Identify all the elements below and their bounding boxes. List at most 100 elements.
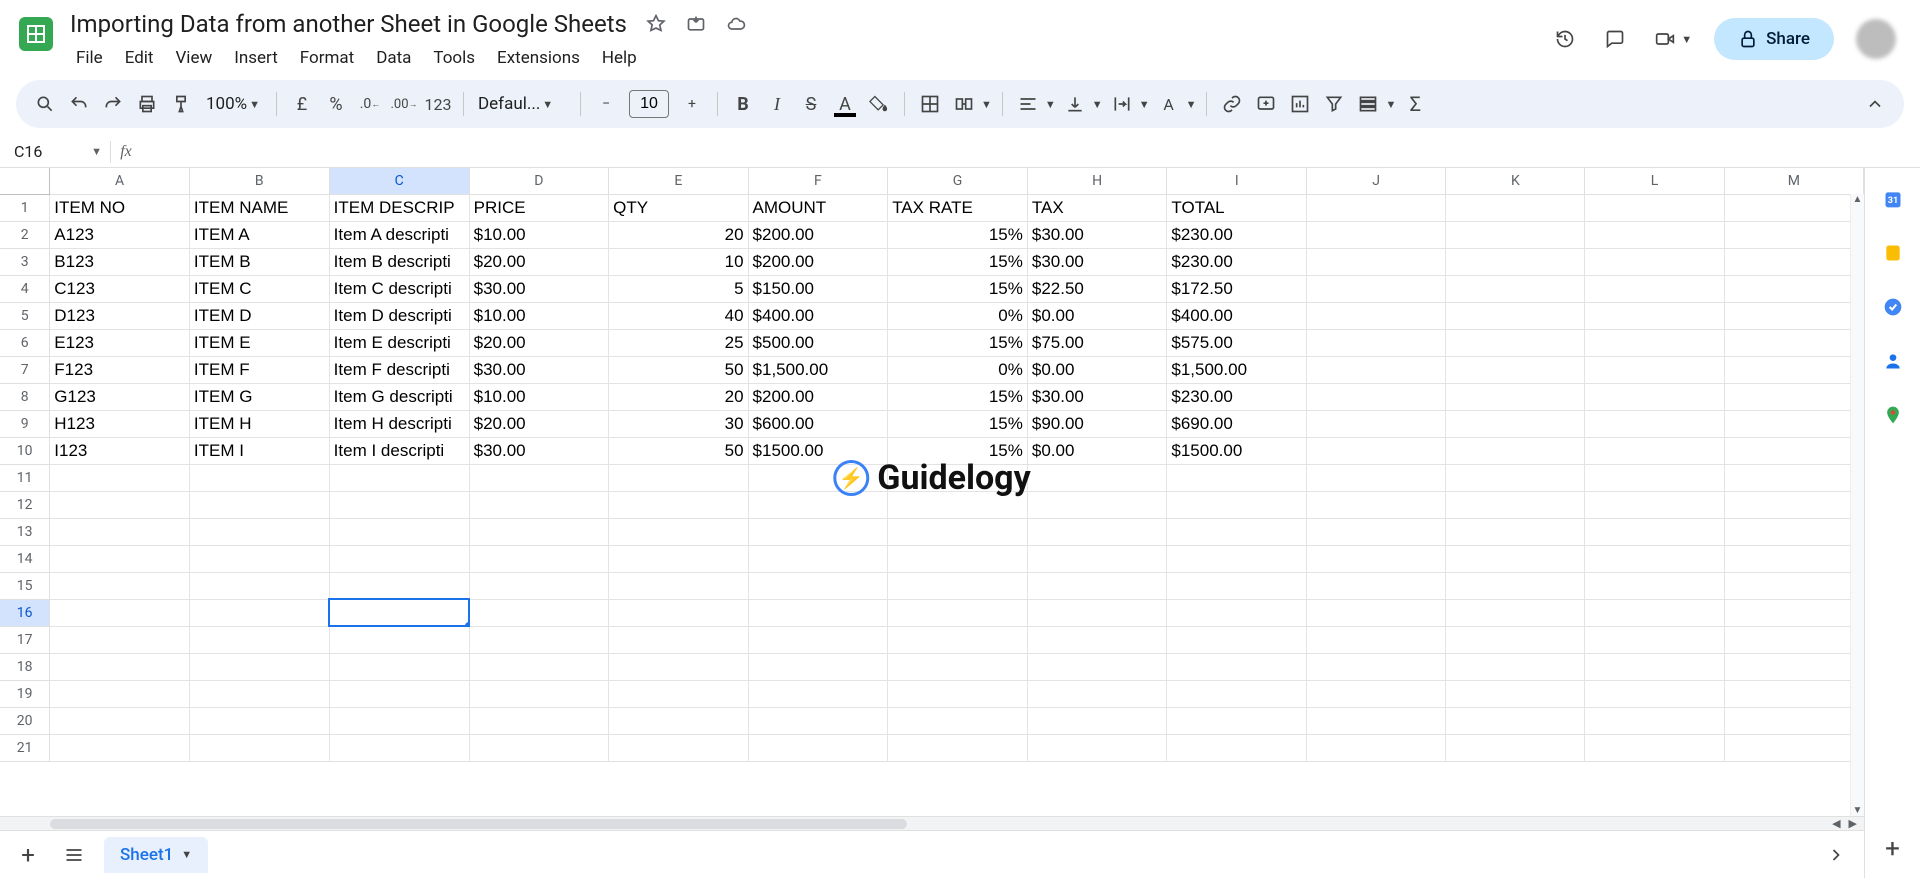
cell-B20[interactable] [189,707,329,734]
cell-E12[interactable] [609,491,748,518]
cell-B8[interactable]: ITEM G [189,383,329,410]
cell-A8[interactable]: G123 [50,383,190,410]
cell-H4[interactable]: $22.50 [1027,275,1167,302]
cell-I18[interactable] [1167,653,1307,680]
cell-A10[interactable]: I123 [50,437,190,464]
cell-C13[interactable] [329,518,469,545]
row-header-4[interactable]: 4 [0,275,50,302]
meet-dropdown-icon[interactable]: ▼ [1681,33,1692,46]
cell-L8[interactable] [1585,383,1724,410]
col-header-B[interactable]: B [189,168,329,194]
cell-M19[interactable] [1724,680,1863,707]
vertical-align-button[interactable]: ▼ [1060,89,1103,119]
cell-G9[interactable]: 15% [888,410,1028,437]
cell-G16[interactable] [888,599,1028,626]
undo-icon[interactable] [64,89,94,119]
cell-M8[interactable] [1724,383,1863,410]
cell-D10[interactable]: $30.00 [469,437,609,464]
row-header-12[interactable]: 12 [0,491,50,518]
row-header-21[interactable]: 21 [0,734,50,761]
cell-G10[interactable]: 15% [888,437,1028,464]
cell-J4[interactable] [1307,275,1446,302]
redo-icon[interactable] [98,89,128,119]
row-header-7[interactable]: 7 [0,356,50,383]
cell-A18[interactable] [50,653,190,680]
cell-H18[interactable] [1027,653,1167,680]
cell-E15[interactable] [609,572,748,599]
cell-K11[interactable] [1446,464,1585,491]
cell-J6[interactable] [1307,329,1446,356]
col-header-L[interactable]: L [1585,168,1724,194]
cell-H9[interactable]: $90.00 [1027,410,1167,437]
cell-C17[interactable] [329,626,469,653]
row-header-13[interactable]: 13 [0,518,50,545]
cell-K8[interactable] [1446,383,1585,410]
cell-B5[interactable]: ITEM D [189,302,329,329]
cell-M11[interactable] [1724,464,1863,491]
cell-G19[interactable] [888,680,1028,707]
col-header-M[interactable]: M [1724,168,1863,194]
cell-G21[interactable] [888,734,1028,761]
insert-link-button[interactable] [1217,89,1247,119]
cell-C12[interactable] [329,491,469,518]
cell-I20[interactable] [1167,707,1307,734]
cell-F17[interactable] [748,626,888,653]
cell-M16[interactable] [1724,599,1863,626]
cell-J17[interactable] [1307,626,1446,653]
cell-C16[interactable] [329,599,469,626]
cell-E1[interactable]: QTY [609,194,748,221]
cell-H1[interactable]: TAX [1027,194,1167,221]
cell-C7[interactable]: Item F descripti [329,356,469,383]
more-formats-button[interactable]: 123 [423,89,453,119]
cell-G1[interactable]: TAX RATE [888,194,1028,221]
cell-A1[interactable]: ITEM NO [50,194,190,221]
cell-I5[interactable]: $400.00 [1167,302,1307,329]
cell-I3[interactable]: $230.00 [1167,248,1307,275]
all-sheets-button[interactable] [58,839,90,871]
cell-F8[interactable]: $200.00 [748,383,888,410]
search-menus-icon[interactable] [30,89,60,119]
cell-F10[interactable]: $1500.00 [748,437,888,464]
col-header-E[interactable]: E [609,168,748,194]
cell-C3[interactable]: Item B descripti [329,248,469,275]
cell-D11[interactable] [469,464,609,491]
cell-M21[interactable] [1724,734,1863,761]
cell-A15[interactable] [50,572,190,599]
get-addons-button[interactable]: + [1885,834,1900,864]
paint-format-icon[interactable] [166,89,196,119]
menu-data[interactable]: Data [366,44,421,72]
cell-K16[interactable] [1446,599,1585,626]
cell-G7[interactable]: 0% [888,356,1028,383]
cell-D20[interactable] [469,707,609,734]
cell-B14[interactable] [189,545,329,572]
cell-E2[interactable]: 20 [609,221,748,248]
cell-I11[interactable] [1167,464,1307,491]
decrease-font-size-button[interactable]: − [591,89,621,119]
cell-H20[interactable] [1027,707,1167,734]
cell-K14[interactable] [1446,545,1585,572]
cell-H3[interactable]: $30.00 [1027,248,1167,275]
cell-J9[interactable] [1307,410,1446,437]
row-header-19[interactable]: 19 [0,680,50,707]
cell-A20[interactable] [50,707,190,734]
row-header-9[interactable]: 9 [0,410,50,437]
cell-C21[interactable] [329,734,469,761]
cell-G20[interactable] [888,707,1028,734]
cell-L16[interactable] [1585,599,1724,626]
col-header-G[interactable]: G [888,168,1028,194]
cell-C11[interactable] [329,464,469,491]
cell-L2[interactable] [1585,221,1724,248]
explore-button[interactable] [1820,839,1852,871]
cell-F13[interactable] [748,518,888,545]
cell-G6[interactable]: 15% [888,329,1028,356]
cell-L18[interactable] [1585,653,1724,680]
cell-G18[interactable] [888,653,1028,680]
cell-E5[interactable]: 40 [609,302,748,329]
cell-E6[interactable]: 25 [609,329,748,356]
col-header-F[interactable]: F [748,168,888,194]
text-wrap-button[interactable]: ▼ [1107,89,1150,119]
cell-D7[interactable]: $30.00 [469,356,609,383]
cell-J20[interactable] [1307,707,1446,734]
col-header-D[interactable]: D [469,168,609,194]
cell-C8[interactable]: Item G descripti [329,383,469,410]
